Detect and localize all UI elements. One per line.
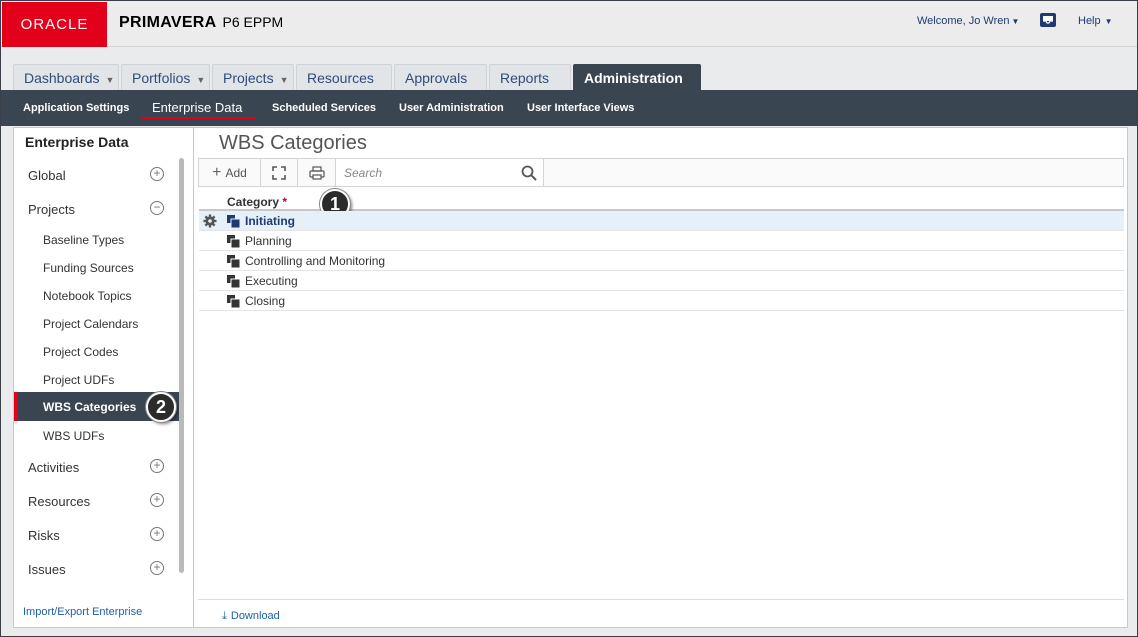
chevron-down-icon: ▼ bbox=[279, 75, 289, 85]
add-label: Add bbox=[225, 165, 247, 180]
wbs-category-icon bbox=[227, 255, 240, 268]
nav-issues[interactable]: Issues bbox=[28, 562, 66, 577]
add-button[interactable]: + Add bbox=[199, 159, 261, 186]
nav-project-udfs[interactable]: Project UDFs bbox=[43, 373, 114, 387]
tab-approvals[interactable]: Approvals bbox=[394, 64, 487, 90]
subnav-enterprise-data[interactable]: Enterprise Data bbox=[152, 100, 242, 115]
column-header-category[interactable]: Category * bbox=[227, 195, 287, 209]
table-row[interactable]: Controlling and Monitoring bbox=[199, 251, 1124, 271]
top-header: ORACLE PRIMAVERA P6 EPPM Welcome, Jo Wren… bbox=[1, 1, 1137, 47]
chevron-down-icon: ▼ bbox=[105, 75, 115, 85]
import-export-link[interactable]: Import/Export Enterprise bbox=[23, 606, 142, 618]
nav-projects[interactable]: Projects bbox=[28, 202, 75, 217]
download-label: Download bbox=[230, 610, 280, 622]
footer-divider bbox=[198, 599, 1124, 600]
content-panel: Enterprise Data Global + Projects − Base… bbox=[13, 127, 1128, 628]
subnav-user-interface-views[interactable]: User Interface Views bbox=[527, 102, 634, 114]
search-icon[interactable] bbox=[521, 165, 537, 181]
leftnav-scrollbar[interactable] bbox=[179, 158, 184, 573]
column-header-label: Category bbox=[227, 195, 280, 209]
chevron-down-icon: ▼ bbox=[1104, 17, 1113, 26]
user-menu[interactable]: Welcome, Jo Wren ▼ bbox=[917, 15, 1019, 27]
tab-label: Dashboards bbox=[24, 70, 100, 86]
row-label: Executing bbox=[245, 274, 298, 288]
tab-label: Approvals bbox=[405, 70, 468, 86]
product-name-bold: PRIMAVERA bbox=[119, 14, 217, 31]
nav-wbs-categories-label: WBS Categories bbox=[43, 400, 137, 414]
app-frame: ORACLE PRIMAVERA P6 EPPM Welcome, Jo Wren… bbox=[0, 0, 1138, 637]
grid-toolbar: + Add bbox=[198, 158, 1124, 187]
expand-icon[interactable]: + bbox=[150, 167, 164, 181]
expand-icon[interactable]: + bbox=[150, 459, 164, 473]
plus-icon: + bbox=[212, 163, 222, 181]
wbs-category-icon bbox=[227, 295, 240, 308]
help-label: Help bbox=[1078, 15, 1101, 27]
tab-administration[interactable]: Administration bbox=[573, 64, 701, 90]
tab-resources[interactable]: Resources bbox=[296, 64, 392, 90]
nav-project-calendars[interactable]: Project Calendars bbox=[43, 317, 138, 331]
row-label: Planning bbox=[245, 234, 292, 248]
print-button[interactable] bbox=[298, 159, 336, 186]
page-title: WBS Categories bbox=[219, 132, 367, 154]
fullscreen-icon bbox=[272, 165, 286, 180]
expand-view-button[interactable] bbox=[261, 159, 298, 186]
panel-divider bbox=[193, 128, 194, 628]
inbox-icon[interactable] bbox=[1039, 11, 1057, 29]
subnav-user-administration[interactable]: User Administration bbox=[399, 102, 504, 114]
nav-wbs-udfs[interactable]: WBS UDFs bbox=[43, 429, 104, 443]
chevron-down-icon: ▼ bbox=[1011, 17, 1020, 26]
nav-baseline-types[interactable]: Baseline Types bbox=[43, 233, 124, 247]
oracle-logo: ORACLE bbox=[2, 2, 107, 47]
wbs-category-icon bbox=[227, 215, 240, 228]
welcome-text: Welcome, Jo Wren bbox=[917, 15, 1010, 27]
help-menu[interactable]: Help ▼ bbox=[1078, 15, 1113, 27]
wbs-category-icon bbox=[227, 275, 240, 288]
row-label: Controlling and Monitoring bbox=[245, 254, 386, 268]
main-tabs: Dashboards ▼ Portfolios ▼ Projects ▼ Resour… bbox=[1, 47, 1137, 90]
expand-icon[interactable]: + bbox=[150, 527, 164, 541]
download-icon: ⤓ bbox=[222, 610, 227, 622]
nav-project-codes[interactable]: Project Codes bbox=[43, 345, 118, 359]
collapse-icon[interactable]: − bbox=[150, 201, 164, 215]
tab-portfolios[interactable]: Portfolios ▼ bbox=[121, 64, 210, 90]
tab-label: Portfolios bbox=[132, 70, 191, 86]
nav-notebook-topics[interactable]: Notebook Topics bbox=[43, 289, 132, 303]
row-label: Initiating bbox=[245, 214, 295, 228]
sub-navigation: Application Settings Enterprise Data Sch… bbox=[1, 90, 1137, 126]
nav-funding-sources[interactable]: Funding Sources bbox=[43, 261, 134, 275]
tab-label: Administration bbox=[584, 70, 683, 86]
printer-icon bbox=[308, 165, 325, 180]
callout-2: 2 bbox=[146, 392, 176, 422]
subnav-application-settings[interactable]: Application Settings bbox=[23, 102, 129, 114]
nav-risks[interactable]: Risks bbox=[28, 528, 60, 543]
tab-label: Resources bbox=[307, 70, 374, 86]
tab-reports[interactable]: Reports bbox=[489, 64, 571, 90]
gear-icon[interactable] bbox=[203, 214, 217, 228]
subnav-scheduled-services[interactable]: Scheduled Services bbox=[272, 102, 376, 114]
active-subnav-indicator bbox=[142, 117, 256, 119]
table-row[interactable]: Planning bbox=[199, 231, 1124, 251]
download-link[interactable]: ⤓ Download bbox=[222, 610, 280, 623]
table-row[interactable]: Executing bbox=[199, 271, 1124, 291]
tab-label: Projects bbox=[223, 70, 274, 86]
expand-icon[interactable]: + bbox=[150, 493, 164, 507]
table-row[interactable]: Initiating bbox=[199, 211, 1124, 231]
expand-icon[interactable]: + bbox=[150, 561, 164, 575]
product-name: PRIMAVERA P6 EPPM bbox=[119, 14, 283, 32]
leftnav-title: Enterprise Data bbox=[25, 134, 129, 150]
row-label: Closing bbox=[245, 294, 286, 308]
chevron-down-icon: ▼ bbox=[196, 75, 206, 85]
nav-activities[interactable]: Activities bbox=[28, 460, 79, 475]
required-marker: * bbox=[282, 195, 288, 209]
table-row[interactable]: Closing bbox=[199, 291, 1124, 311]
tab-projects[interactable]: Projects ▼ bbox=[212, 64, 294, 90]
tab-dashboards[interactable]: Dashboards ▼ bbox=[13, 64, 119, 90]
nav-global[interactable]: Global bbox=[28, 168, 66, 183]
search-input[interactable] bbox=[336, 159, 544, 186]
wbs-category-icon bbox=[227, 235, 240, 248]
nav-resources[interactable]: Resources bbox=[28, 494, 90, 509]
product-name-suffix: P6 EPPM bbox=[222, 14, 284, 30]
tab-label: Reports bbox=[500, 70, 550, 86]
